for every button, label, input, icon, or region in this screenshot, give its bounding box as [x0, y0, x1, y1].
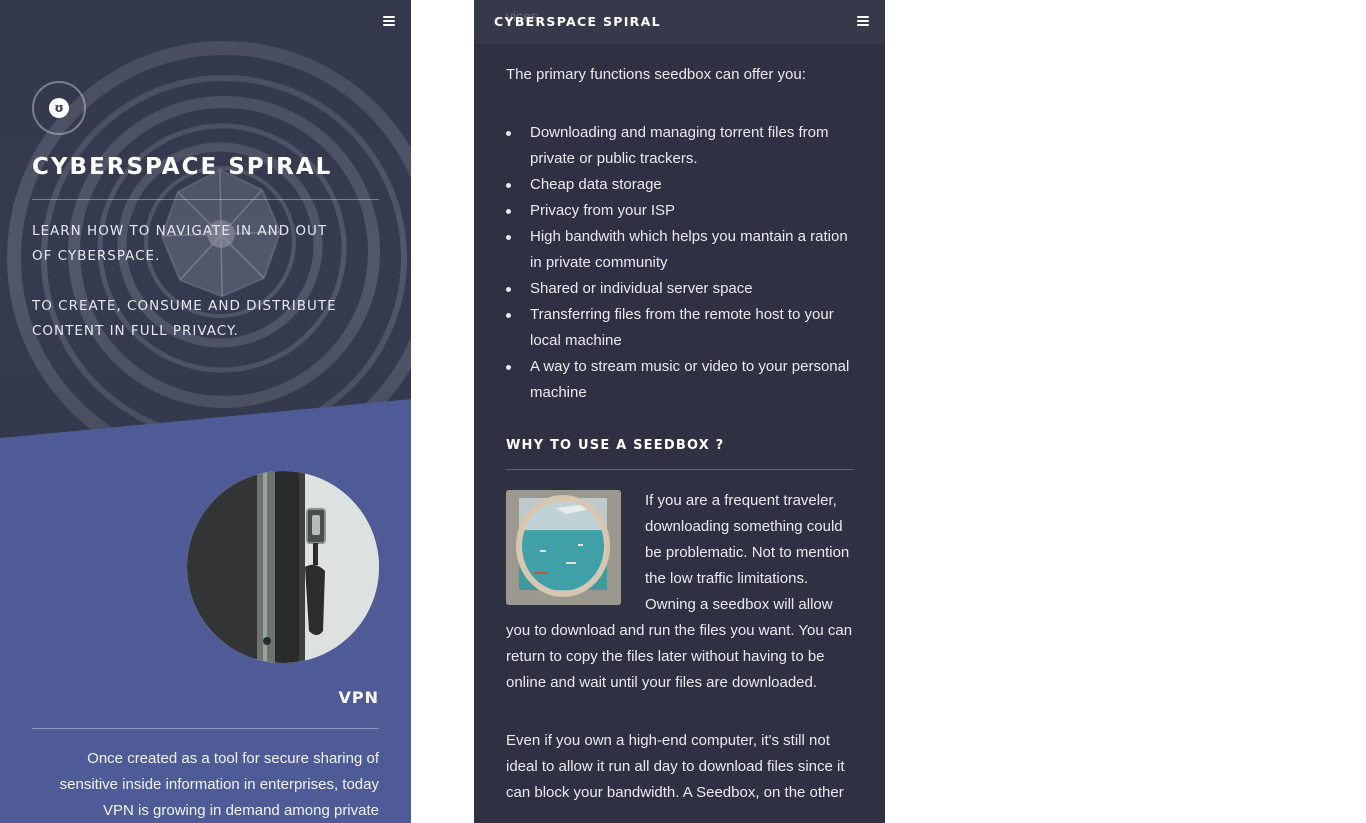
door-lock-illustration	[187, 471, 379, 663]
list-item: Privacy from your ISP	[506, 198, 853, 224]
section-divider	[506, 469, 853, 470]
top-navigation-bar: vices. CYBERSPACE SPIRAL	[474, 0, 885, 44]
list-item: Cheap data storage	[506, 172, 853, 198]
section-heading: WHY TO USE A SEEDBOX ?	[506, 438, 725, 453]
logo-badge[interactable]: ʊ	[32, 81, 86, 135]
vpn-door-lock-image	[187, 471, 379, 663]
vpn-divider	[32, 728, 379, 729]
stumbleupon-icon: ʊ	[49, 98, 69, 118]
site-title[interactable]: CYBERSPACE SPIRAL	[32, 154, 382, 180]
title-divider	[32, 199, 379, 200]
list-item: Downloading and managing torrent files f…	[506, 120, 853, 172]
airplane-window-image	[506, 490, 621, 605]
list-item: Transferring files from the remote host …	[506, 302, 853, 354]
functions-list: Downloading and managing torrent files f…	[506, 120, 853, 406]
list-item: High bandwith which helps you mantain a …	[506, 224, 853, 276]
tagline-2: TO CREATE, CONSUME AND DISTRIBUTE CONTEN…	[32, 298, 337, 339]
airplane-window-illustration	[506, 490, 621, 605]
intro-paragraph: The primary functions seedbox can offer …	[506, 66, 806, 83]
tagline-1: LEARN HOW TO NAVIGATE IN AND OUT OF CYBE…	[32, 223, 328, 264]
list-item: Shared or individual server space	[506, 276, 853, 302]
hamburger-menu-icon[interactable]	[857, 16, 869, 27]
list-item: A way to stream music or video to your p…	[506, 354, 853, 406]
vpn-heading: VPN	[338, 688, 379, 707]
hamburger-menu-icon[interactable]	[383, 16, 395, 27]
left-panel: ʊ CYBERSPACE SPIRAL LEARN HOW TO NAVIGAT…	[0, 0, 411, 823]
article-content: The primary functions seedbox can offer …	[506, 62, 853, 823]
right-panel: vices. CYBERSPACE SPIRAL The primary fun…	[474, 0, 885, 823]
vpn-description: Once created as a tool for secure sharin…	[59, 750, 379, 819]
nav-site-title[interactable]: CYBERSPACE SPIRAL	[494, 14, 661, 29]
bandwidth-paragraph: Even if you own a high-end computer, it'…	[506, 732, 845, 801]
